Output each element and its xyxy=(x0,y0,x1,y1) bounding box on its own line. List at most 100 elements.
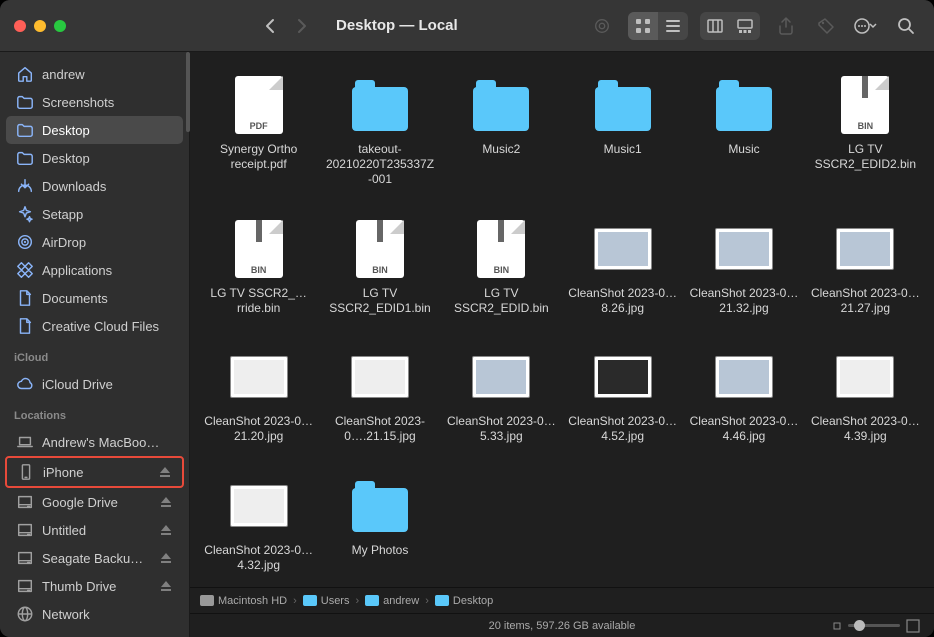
back-button[interactable] xyxy=(256,12,284,40)
bin-file-icon xyxy=(841,76,889,134)
file-label: CleanShot 2023-0…21.27.jpg xyxy=(810,286,920,316)
apps-icon xyxy=(16,261,34,279)
sidebar-item-andrew[interactable]: andrew xyxy=(6,60,183,88)
image-thumbnail xyxy=(715,356,773,398)
chevron-right-icon: › xyxy=(293,595,297,607)
eject-icon[interactable] xyxy=(158,465,172,479)
nav-buttons xyxy=(256,12,316,40)
home-icon xyxy=(16,65,34,83)
file-item[interactable]: CleanShot 2023-0…21.20.jpg xyxy=(198,346,319,449)
file-item[interactable]: CleanShot 2023-0…8.26.jpg xyxy=(562,218,683,321)
path-item[interactable]: andrew xyxy=(365,595,419,607)
sidebar-item-net[interactable]: Network xyxy=(6,600,183,628)
image-thumbnail xyxy=(594,228,652,270)
status-bar: 20 items, 597.26 GB available xyxy=(190,613,934,637)
zoom-window-button[interactable] xyxy=(54,20,66,32)
file-item[interactable]: Music2 xyxy=(441,74,562,192)
file-item[interactable]: CleanShot 2023-0…5.33.jpg xyxy=(441,346,562,449)
share-button[interactable] xyxy=(772,12,800,40)
close-window-button[interactable] xyxy=(14,20,26,32)
column-view-button[interactable] xyxy=(700,12,730,40)
titlebar: Desktop — Local xyxy=(0,0,934,52)
icon-size-slider[interactable] xyxy=(832,619,920,633)
sidebar-item-cc[interactable]: Creative Cloud Files xyxy=(6,312,183,340)
icon-view-button[interactable] xyxy=(628,12,658,40)
file-label: Music xyxy=(728,142,759,157)
file-item[interactable]: CleanShot 2023-0…4.32.jpg xyxy=(198,475,319,578)
pdf-file-icon xyxy=(235,76,283,134)
file-item[interactable]: Synergy Ortho receipt.pdf xyxy=(198,74,319,192)
file-item[interactable]: CleanShot 2023-0…4.39.jpg xyxy=(805,346,926,449)
sidebar-item-icd[interactable]: iCloud Drive xyxy=(6,370,183,398)
eject-icon[interactable] xyxy=(159,523,173,537)
sidebar-item-mbp[interactable]: Andrew's MacBoo… xyxy=(6,428,183,456)
sidebar-scrollbar[interactable] xyxy=(186,52,190,132)
sidebar-item-sea[interactable]: Seagate Backu… xyxy=(6,544,183,572)
file-item[interactable]: LG TV SSCR2_…rride.bin xyxy=(198,218,319,321)
file-item[interactable]: CleanShot 2023-0….21.15.jpg xyxy=(319,346,440,449)
image-thumbnail xyxy=(230,356,288,398)
sparkle-icon xyxy=(16,205,34,223)
file-item[interactable]: LG TV SSCR2_EDID2.bin xyxy=(805,74,926,192)
doc-icon xyxy=(16,317,34,335)
gallery-view-button[interactable] xyxy=(730,12,760,40)
search-button[interactable] xyxy=(892,12,920,40)
file-item[interactable]: CleanShot 2023-0…4.52.jpg xyxy=(562,346,683,449)
file-item[interactable]: Music1 xyxy=(562,74,683,192)
action-menu-button[interactable] xyxy=(852,12,880,40)
path-item[interactable]: Desktop xyxy=(435,595,493,607)
sidebar-item-apps[interactable]: Applications xyxy=(6,256,183,284)
folder-icon xyxy=(435,595,449,606)
file-item[interactable]: Music xyxy=(683,74,804,192)
airdrop-toolbar-icon[interactable] xyxy=(588,12,616,40)
list-view-button[interactable] xyxy=(658,12,688,40)
eject-icon[interactable] xyxy=(159,551,173,565)
eject-icon[interactable] xyxy=(159,579,173,593)
image-thumbnail xyxy=(230,485,288,527)
sidebar-item-screens[interactable]: Screenshots xyxy=(6,88,183,116)
sidebar-item-label: andrew xyxy=(42,67,173,82)
doc-icon xyxy=(16,289,34,307)
file-item[interactable]: LG TV SSCR2_EDID1.bin xyxy=(319,218,440,321)
sidebar-item-setapp[interactable]: Setapp xyxy=(6,200,183,228)
annotation-highlight: iPhone xyxy=(5,456,184,488)
image-thumbnail xyxy=(836,356,894,398)
sidebar-item-label: Screenshots xyxy=(42,95,173,110)
image-thumbnail xyxy=(715,228,773,270)
file-item[interactable]: takeout-20210220T235337Z-001 xyxy=(319,74,440,192)
sidebar-item-label: Setapp xyxy=(42,207,173,222)
forward-button[interactable] xyxy=(288,12,316,40)
file-label: CleanShot 2023-0…4.46.jpg xyxy=(689,414,799,444)
sidebar-item-unt[interactable]: Untitled xyxy=(6,516,183,544)
minimize-window-button[interactable] xyxy=(34,20,46,32)
sidebar-item-label: Downloads xyxy=(42,179,173,194)
sidebar-item-label: Applications xyxy=(42,263,173,278)
path-item[interactable]: Macintosh HD xyxy=(200,595,287,607)
file-label: CleanShot 2023-0…21.32.jpg xyxy=(689,286,799,316)
eject-icon[interactable] xyxy=(159,495,173,509)
sidebar-item-iph[interactable]: iPhone xyxy=(7,458,182,486)
sidebar-item-docs[interactable]: Documents xyxy=(6,284,183,312)
path-item[interactable]: Users xyxy=(303,595,350,607)
file-item[interactable]: CleanShot 2023-0…21.32.jpg xyxy=(683,218,804,321)
sidebar-item-label: Andrew's MacBoo… xyxy=(42,435,173,450)
file-item[interactable]: My Photos xyxy=(319,475,440,578)
sidebar-item-thumb[interactable]: Thumb Drive xyxy=(6,572,183,600)
sidebar-item-desk2[interactable]: Desktop xyxy=(6,144,183,172)
file-item[interactable]: LG TV SSCR2_EDID.bin xyxy=(441,218,562,321)
sidebar-item-airdrop[interactable]: AirDrop xyxy=(6,228,183,256)
laptop-icon xyxy=(16,433,34,451)
bin-file-icon xyxy=(477,220,525,278)
folder-icon xyxy=(16,149,34,167)
file-label: LG TV SSCR2_…rride.bin xyxy=(204,286,314,316)
tags-button[interactable] xyxy=(812,12,840,40)
file-label: CleanShot 2023-0…5.33.jpg xyxy=(446,414,556,444)
sidebar-item-desk1[interactable]: Desktop xyxy=(6,116,183,144)
folder-icon xyxy=(303,595,317,606)
file-item[interactable]: CleanShot 2023-0…4.46.jpg xyxy=(683,346,804,449)
zoom-large-icon xyxy=(906,619,920,633)
file-item[interactable]: CleanShot 2023-0…21.27.jpg xyxy=(805,218,926,321)
sidebar-item-gd[interactable]: Google Drive xyxy=(6,488,183,516)
bin-file-icon xyxy=(356,220,404,278)
sidebar-item-dl[interactable]: Downloads xyxy=(6,172,183,200)
